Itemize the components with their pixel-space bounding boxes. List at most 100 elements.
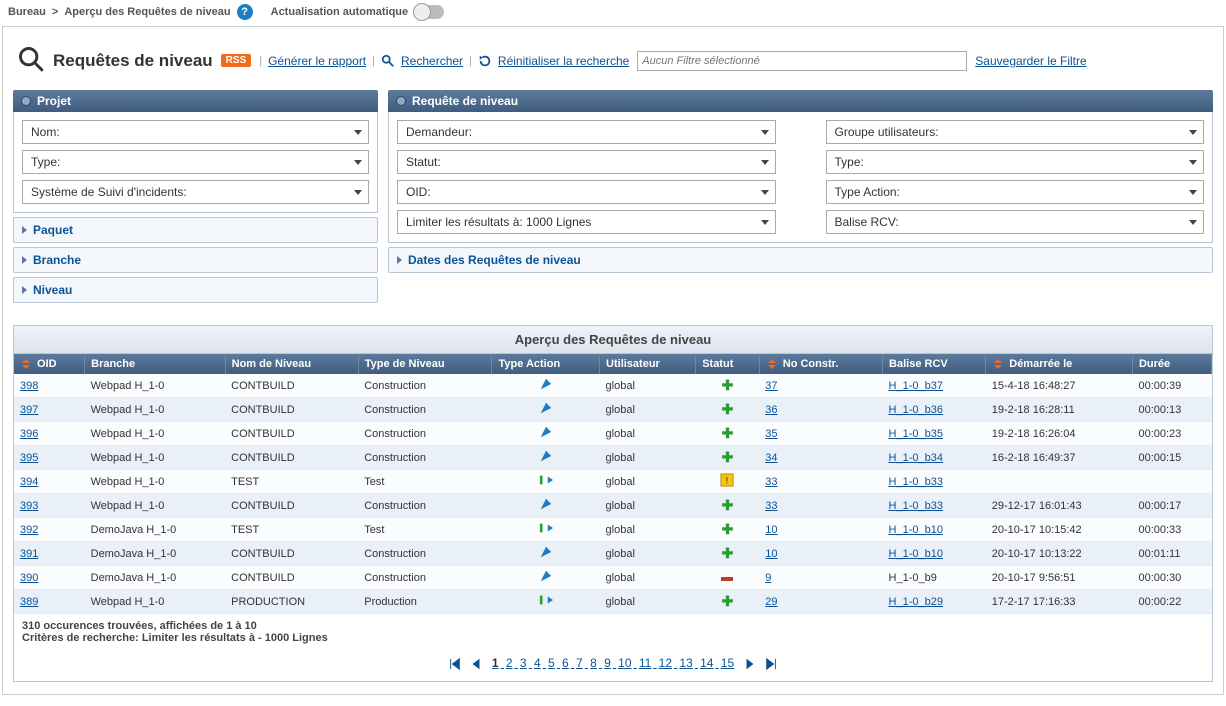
balise-link[interactable]: H_1-0_b35 xyxy=(889,428,943,440)
rss-badge[interactable]: RSS xyxy=(221,54,252,67)
col-statut[interactable]: Statut xyxy=(696,354,760,374)
col-balise-rcv[interactable]: Balise RCV xyxy=(883,354,986,374)
constr-link[interactable]: 34 xyxy=(765,452,777,464)
deliver-action-icon xyxy=(539,526,553,538)
page-link[interactable]: 14 xyxy=(700,656,713,670)
request-panel-header[interactable]: Requête de niveau xyxy=(388,90,1213,112)
table-row: 390DemoJava H_1-0CONTBUILDConstructiongl… xyxy=(14,566,1212,590)
reset-search-link[interactable]: Réinitialiser la recherche xyxy=(498,54,629,68)
constr-link[interactable]: 37 xyxy=(765,380,777,392)
balise-link[interactable]: H_1-0_b33 xyxy=(889,500,943,512)
oid-link[interactable]: 396 xyxy=(20,428,38,440)
col-oid[interactable]: OID xyxy=(14,354,85,374)
oid-link[interactable]: 392 xyxy=(20,524,38,536)
first-page-icon[interactable] xyxy=(448,656,462,670)
col-utilisateur[interactable]: Utilisateur xyxy=(600,354,696,374)
balise-link[interactable]: H_1-0_b36 xyxy=(889,404,943,416)
oid-link[interactable]: 390 xyxy=(20,572,38,584)
col-branche[interactable]: Branche xyxy=(85,354,226,374)
deliver-action-icon xyxy=(539,598,553,610)
auto-refresh-toggle[interactable] xyxy=(414,5,444,19)
constr-link[interactable]: 36 xyxy=(765,404,777,416)
build-action-icon xyxy=(539,454,553,466)
page-title: Requêtes de niveau xyxy=(53,51,213,71)
project-name-select[interactable]: Nom: xyxy=(22,120,369,144)
paquet-panel[interactable]: Paquet xyxy=(13,217,378,243)
page-link[interactable]: 13 xyxy=(679,656,692,670)
col-no-constr-[interactable]: No Constr. xyxy=(759,354,882,374)
type-action-select[interactable]: Type Action: xyxy=(826,180,1205,204)
page-link[interactable]: 4 xyxy=(534,656,541,670)
build-action-icon xyxy=(539,550,553,562)
filter-select[interactable] xyxy=(637,51,967,71)
balise-link[interactable]: H_1-0_b34 xyxy=(889,452,943,464)
table-row: 398Webpad H_1-0CONTBUILDConstructionglob… xyxy=(14,374,1212,398)
constr-link[interactable]: 35 xyxy=(765,428,777,440)
constr-link[interactable]: 9 xyxy=(765,572,771,584)
col-type-de-niveau[interactable]: Type de Niveau xyxy=(358,354,492,374)
page-link[interactable]: 9 xyxy=(604,656,611,670)
results-title: Aperçu des Requêtes de niveau xyxy=(14,326,1212,354)
reset-icon xyxy=(478,54,492,68)
project-panel-header[interactable]: Projet xyxy=(13,90,378,112)
sort-icon[interactable] xyxy=(766,358,778,370)
oid-link[interactable]: 395 xyxy=(20,452,38,464)
sort-icon[interactable] xyxy=(20,358,32,370)
page-link[interactable]: 7 xyxy=(576,656,583,670)
constr-link[interactable]: 33 xyxy=(765,500,777,512)
limit-select[interactable]: Limiter les résultats à: 1000 Lignes xyxy=(397,210,776,234)
col-dur-e[interactable]: Durée xyxy=(1132,354,1211,374)
build-action-icon xyxy=(539,382,553,394)
page-link[interactable]: 10 xyxy=(618,656,631,670)
prev-page-icon[interactable] xyxy=(469,656,483,670)
balise-link[interactable]: H_1-0_b29 xyxy=(889,596,943,608)
groupe-select[interactable]: Groupe utilisateurs: xyxy=(826,120,1205,144)
next-page-icon[interactable] xyxy=(743,656,757,670)
breadcrumb-root: Bureau xyxy=(8,6,46,18)
page-link[interactable]: 6 xyxy=(562,656,569,670)
niveau-panel[interactable]: Niveau xyxy=(13,277,378,303)
constr-link[interactable]: 10 xyxy=(765,548,777,560)
balise-link[interactable]: H_1-0_b10 xyxy=(889,524,943,536)
page-link[interactable]: 11 xyxy=(639,656,651,670)
oid-link[interactable]: 389 xyxy=(20,596,38,608)
oid-link[interactable]: 391 xyxy=(20,548,38,560)
balise-link[interactable]: H_1-0_b33 xyxy=(889,476,943,488)
oid-link[interactable]: 398 xyxy=(20,380,38,392)
col-type-action[interactable]: Type Action xyxy=(492,354,600,374)
help-icon[interactable]: ? xyxy=(237,4,253,20)
balise-link[interactable]: H_1-0_b37 xyxy=(889,380,943,392)
last-page-icon[interactable] xyxy=(764,656,778,670)
oid-select[interactable]: OID: xyxy=(397,180,776,204)
page-link[interactable]: 12 xyxy=(659,656,672,670)
balise-select[interactable]: Balise RCV: xyxy=(826,210,1205,234)
page-link[interactable]: 3 xyxy=(520,656,527,670)
project-type-select[interactable]: Type: xyxy=(22,150,369,174)
project-its-select[interactable]: Système de Suivi d'incidents: xyxy=(22,180,369,204)
constr-link[interactable]: 10 xyxy=(765,524,777,536)
balise-link[interactable]: H_1-0_b10 xyxy=(889,548,943,560)
type-select[interactable]: Type: xyxy=(826,150,1205,174)
statut-select[interactable]: Statut: xyxy=(397,150,776,174)
branche-panel[interactable]: Branche xyxy=(13,247,378,273)
constr-link[interactable]: 33 xyxy=(765,476,777,488)
constr-link[interactable]: 29 xyxy=(765,596,777,608)
col-d-marr-e-le[interactable]: Démarrée le xyxy=(986,354,1133,374)
page-link[interactable]: 2 xyxy=(506,656,513,670)
save-filter-link[interactable]: Sauvegarder le Filtre xyxy=(975,54,1086,68)
oid-link[interactable]: 397 xyxy=(20,404,38,416)
results-panel: Aperçu des Requêtes de niveau OIDBranche… xyxy=(13,325,1213,682)
search-link[interactable]: Rechercher xyxy=(401,54,463,68)
page-link[interactable]: 15 xyxy=(721,656,734,670)
dates-panel[interactable]: Dates des Requêtes de niveau xyxy=(388,247,1213,273)
page-link[interactable]: 5 xyxy=(548,656,555,670)
col-nom-de-niveau[interactable]: Nom de Niveau xyxy=(225,354,358,374)
build-action-icon xyxy=(539,502,553,514)
demandeur-select[interactable]: Demandeur: xyxy=(397,120,776,144)
oid-link[interactable]: 394 xyxy=(20,476,38,488)
oid-link[interactable]: 393 xyxy=(20,500,38,512)
generate-report-link[interactable]: Générer le rapport xyxy=(268,54,366,68)
status-success-icon: ✚ xyxy=(722,497,734,513)
sort-icon[interactable] xyxy=(992,358,1004,370)
page-link[interactable]: 8 xyxy=(590,656,597,670)
